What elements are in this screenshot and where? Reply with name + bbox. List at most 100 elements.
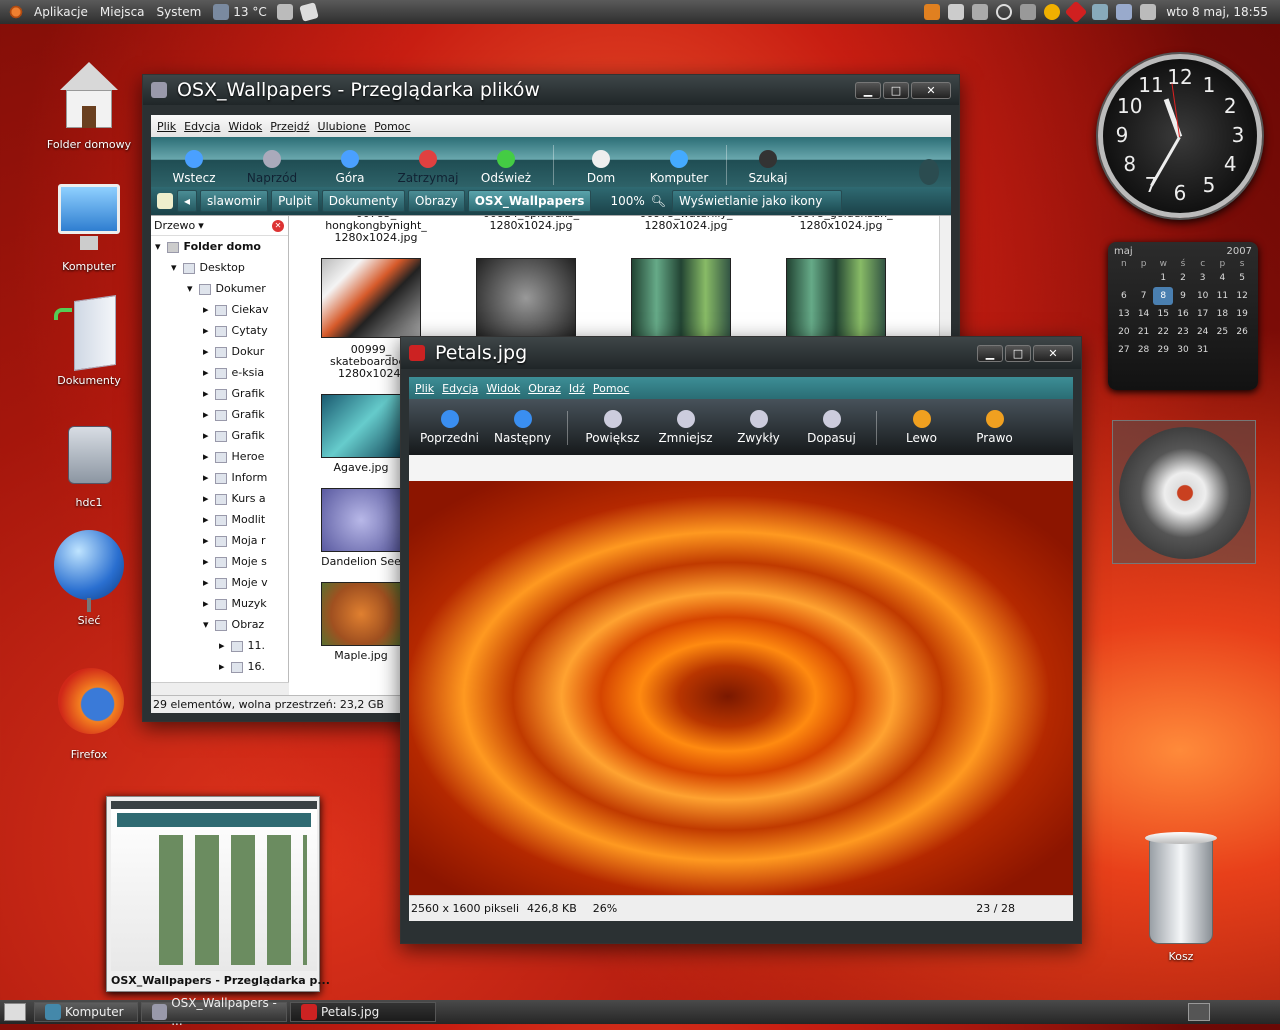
network-folder-icon[interactable] bbox=[948, 4, 965, 20]
file-label[interactable]: 00975_goldensun_ 1280x1024.jpg bbox=[776, 216, 906, 232]
collapsed-arrow-icon[interactable]: ▸ bbox=[203, 492, 209, 505]
close-button[interactable]: ✕ bbox=[911, 81, 951, 99]
calendar-day[interactable]: 26 bbox=[1232, 323, 1252, 341]
menu-applications[interactable]: Aplikacje bbox=[28, 1, 94, 23]
zoom-level[interactable]: 100% bbox=[610, 194, 644, 208]
path-back-arrow[interactable]: ◂ bbox=[177, 190, 198, 212]
tree-hscrollbar[interactable] bbox=[151, 682, 289, 695]
update-icon[interactable] bbox=[924, 4, 941, 20]
calendar-day[interactable]: 24 bbox=[1193, 323, 1213, 341]
taskbar-item-komputer[interactable]: Komputer bbox=[34, 1002, 138, 1022]
menu-item[interactable]: Idź bbox=[569, 382, 585, 395]
calendar-day[interactable]: 20 bbox=[1114, 323, 1134, 341]
expanded-arrow-icon[interactable]: ▾ bbox=[171, 261, 177, 274]
tree-item[interactable]: ▸ Muzyk bbox=[151, 593, 288, 614]
calendar-day[interactable]: 7 bbox=[1134, 287, 1154, 305]
toolbar-button-next[interactable]: Następny bbox=[486, 410, 559, 445]
path-crumb[interactable]: OSX_Wallpapers bbox=[467, 190, 592, 212]
show-desktop-button[interactable] bbox=[4, 1003, 26, 1021]
calendar-day[interactable]: 3 bbox=[1193, 269, 1213, 287]
collapsed-arrow-icon[interactable]: ▸ bbox=[203, 513, 209, 526]
minimize-button[interactable]: ▁ bbox=[977, 344, 1003, 362]
tree-item[interactable]: ▸ Moje s bbox=[151, 551, 288, 572]
menu-system[interactable]: System bbox=[151, 1, 208, 23]
tree-item[interactable]: ▸ Cytaty bbox=[151, 320, 288, 341]
tree-item[interactable]: ▸ Moje v bbox=[151, 572, 288, 593]
toolbar-button-naprzód[interactable]: Naprzód bbox=[233, 150, 311, 185]
calendar-day[interactable]: 2 bbox=[1173, 269, 1193, 287]
taskbar-item-image-viewer[interactable]: Petals.jpg bbox=[290, 1002, 436, 1022]
collapsed-arrow-icon[interactable]: ▸ bbox=[203, 597, 209, 610]
disc-widget[interactable] bbox=[1112, 420, 1256, 564]
tree-item[interactable]: ▸ Grafik bbox=[151, 425, 288, 446]
collapsed-arrow-icon[interactable]: ▸ bbox=[203, 576, 209, 589]
panel-clock[interactable]: wto 8 maj, 18:55 bbox=[1160, 1, 1274, 23]
toolbar-button-rotate-right[interactable]: Prawo bbox=[958, 410, 1031, 445]
image-viewer-titlebar[interactable]: Petals.jpg ▁ □ ✕ bbox=[401, 337, 1081, 369]
desktop-icon-computer[interactable]: Komputer bbox=[44, 184, 134, 273]
tree-item[interactable]: ▾ Desktop bbox=[151, 257, 288, 278]
calendar-day[interactable]: 21 bbox=[1134, 323, 1154, 341]
file-label[interactable]: 00785_ hongkongbynight_ 1280x1024.jpg bbox=[311, 216, 441, 244]
display-icon[interactable] bbox=[1116, 4, 1133, 20]
calendar-day[interactable] bbox=[1213, 341, 1233, 359]
tree-item[interactable]: ▸ Dokur bbox=[151, 341, 288, 362]
workspace-switcher[interactable] bbox=[1188, 1003, 1210, 1021]
calendar-day[interactable]: 30 bbox=[1173, 341, 1193, 359]
path-crumb[interactable]: slawomir bbox=[200, 190, 269, 212]
calendar-day[interactable]: 1 bbox=[1153, 269, 1173, 287]
collapsed-arrow-icon[interactable]: ▸ bbox=[203, 450, 209, 463]
weather-temp[interactable]: 13 °C bbox=[233, 1, 272, 23]
tree-item[interactable]: ▸ 11. bbox=[151, 635, 288, 656]
tree-item[interactable]: ▸ 16. bbox=[151, 656, 288, 677]
desktop-icon-home[interactable]: Folder domowy bbox=[44, 62, 134, 151]
calendar-day[interactable]: 22 bbox=[1153, 323, 1173, 341]
file-label[interactable]: Agave.jpg bbox=[311, 462, 411, 474]
file-thumbnail[interactable] bbox=[321, 394, 401, 458]
collapsed-arrow-icon[interactable]: ▸ bbox=[203, 387, 209, 400]
menu-places[interactable]: Miejsca bbox=[94, 1, 151, 23]
file-thumbnail[interactable] bbox=[321, 258, 421, 338]
tree-item[interactable]: ▸ Grafik bbox=[151, 404, 288, 425]
calendar-day[interactable]: 8 bbox=[1153, 287, 1174, 305]
tree-item[interactable]: ▸ Grafik bbox=[151, 383, 288, 404]
menu-item[interactable]: Edycja bbox=[442, 382, 478, 395]
tree-item[interactable]: ▸ Modlit bbox=[151, 509, 288, 530]
tree-item[interactable]: ▾ Obraz bbox=[151, 614, 288, 635]
calendar-day[interactable]: 28 bbox=[1134, 341, 1154, 359]
toolbar-button-komputer[interactable]: Komputer bbox=[640, 150, 718, 185]
calendar-day[interactable]: 14 bbox=[1134, 305, 1154, 323]
window-preview-thumbnail[interactable]: OSX_Wallpapers - Przeglądarka p... bbox=[106, 796, 330, 992]
calendar-day[interactable] bbox=[1134, 269, 1154, 287]
toolbar-button-szukaj[interactable]: Szukaj bbox=[735, 150, 801, 185]
close-button[interactable]: ✕ bbox=[1033, 344, 1073, 362]
expanded-arrow-icon[interactable]: ▾ bbox=[155, 240, 161, 253]
tree-item[interactable]: ▾ Folder domo bbox=[151, 236, 288, 257]
path-crumb[interactable]: Dokumenty bbox=[321, 190, 405, 212]
view-mode-select[interactable]: Wyświetlanie jako ikony bbox=[672, 190, 842, 212]
file-thumbnail[interactable] bbox=[321, 582, 401, 646]
calendar-day[interactable]: 19 bbox=[1232, 305, 1252, 323]
menu-item[interactable]: Przejdź bbox=[270, 120, 309, 133]
collapsed-arrow-icon[interactable]: ▸ bbox=[203, 555, 209, 568]
volume-icon[interactable] bbox=[1140, 4, 1157, 20]
file-thumbnail[interactable] bbox=[786, 258, 886, 338]
toolbar-button-dom[interactable]: Dom bbox=[562, 150, 640, 185]
clock-widget[interactable]: 121234567891011 bbox=[1098, 54, 1262, 218]
file-manager-titlebar[interactable]: OSX_Wallpapers - Przeglądarka plików ▁ □… bbox=[143, 75, 959, 105]
tree-item[interactable]: ▸ Heroe bbox=[151, 446, 288, 467]
desktop-icon-trash[interactable]: Kosz bbox=[1136, 826, 1226, 963]
menu-item[interactable]: Obraz bbox=[528, 382, 561, 395]
tree-item[interactable]: ▾ Dokumer bbox=[151, 278, 288, 299]
toolbar-button-zatrzymaj[interactable]: Zatrzymaj bbox=[389, 150, 467, 185]
calendar-day[interactable]: 12 bbox=[1232, 287, 1252, 305]
toolbar-button-zoom-normal[interactable]: Zwykły bbox=[722, 410, 795, 445]
tree-item[interactable]: ▸ Moja r bbox=[151, 530, 288, 551]
image-canvas[interactable] bbox=[409, 481, 1073, 895]
collapsed-arrow-icon[interactable]: ▸ bbox=[203, 408, 209, 421]
calendar-day[interactable]: 27 bbox=[1114, 341, 1134, 359]
collapsed-arrow-icon[interactable]: ▸ bbox=[203, 303, 209, 316]
user-icon[interactable] bbox=[1044, 4, 1061, 20]
mail-icon[interactable] bbox=[298, 2, 319, 22]
calendar-day[interactable]: 15 bbox=[1153, 305, 1173, 323]
